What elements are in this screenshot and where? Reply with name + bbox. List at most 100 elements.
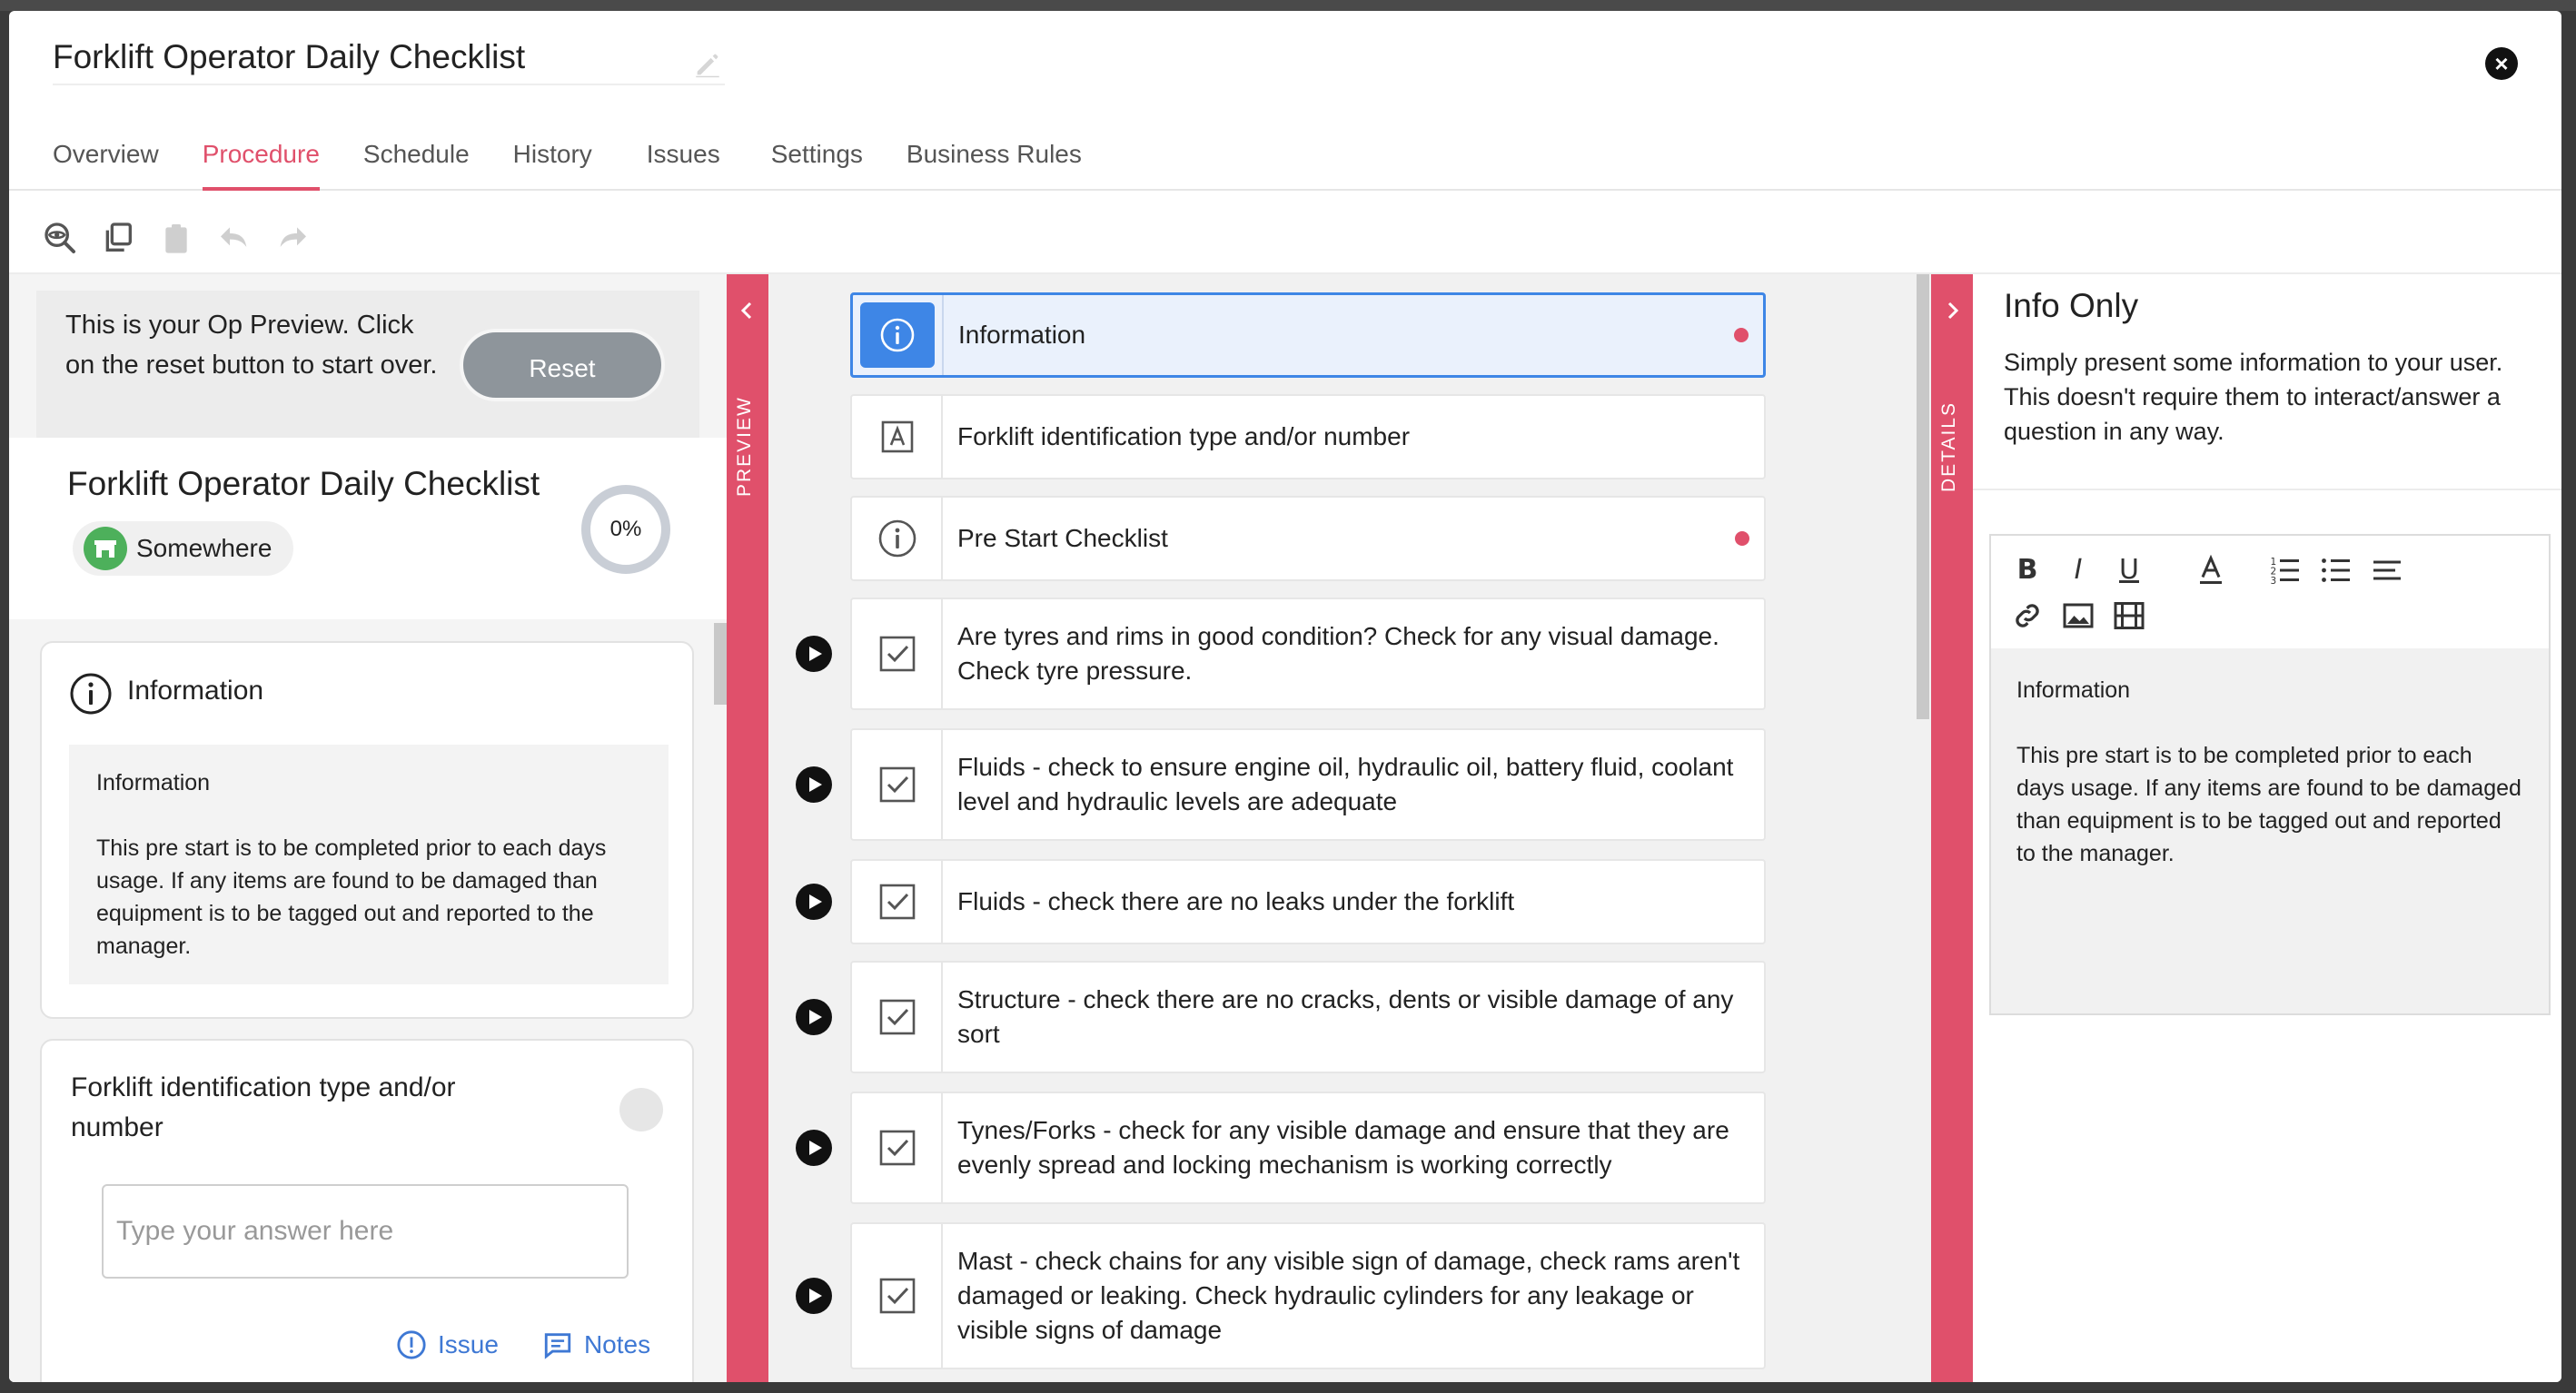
details-bar-label: DETAILS xyxy=(1938,401,1959,492)
progress-ring: 0% xyxy=(581,485,670,574)
link-icon[interactable] xyxy=(2011,599,2044,632)
step-icon-area xyxy=(852,730,943,839)
tab-settings[interactable]: Settings xyxy=(771,140,863,191)
play-step-button[interactable] xyxy=(796,1278,832,1314)
divider xyxy=(1973,489,2561,490)
procedure-steps-list: Information Forklift identification type … xyxy=(768,274,1931,1382)
procedure-step[interactable]: Are tyres and rims in good condition? Ch… xyxy=(850,598,1766,710)
step-text: Structure - check there are no cracks, d… xyxy=(957,985,1734,1048)
location-pill[interactable]: Somewhere xyxy=(73,521,294,576)
preview-collapse-bar[interactable]: PREVIEW xyxy=(727,274,768,1382)
issue-label: Issue xyxy=(438,1330,499,1358)
step-text: Fluids - check to ensure engine oil, hyd… xyxy=(957,753,1734,815)
procedure-step[interactable]: Pre Start Checklist xyxy=(850,496,1766,581)
title-underline xyxy=(53,84,725,85)
copy-icon[interactable] xyxy=(100,220,136,256)
procedure-step[interactable]: Tynes/Forks - check for any visible dama… xyxy=(850,1092,1766,1204)
procedure-step[interactable]: Information xyxy=(850,292,1766,378)
step-required-dot xyxy=(1735,531,1749,546)
step-text: Information xyxy=(958,321,1086,349)
tab-history[interactable]: History xyxy=(513,140,592,191)
close-button[interactable]: × xyxy=(2485,47,2518,80)
notes-button[interactable]: Notes xyxy=(542,1329,650,1360)
procedure-step[interactable]: Structure - check there are no cracks, d… xyxy=(850,961,1766,1073)
preview-info-card: Information Information This pre start i… xyxy=(40,641,694,1019)
bold-icon[interactable]: B xyxy=(2011,554,2044,587)
image-icon[interactable] xyxy=(2062,599,2095,632)
rich-text-editor[interactable]: B I U 1 2 3 Information This pre start i… xyxy=(1989,534,2551,1015)
procedure-step[interactable]: Fluids - check there are no leaks under … xyxy=(850,859,1766,944)
text-color-icon[interactable] xyxy=(2195,554,2227,587)
chevron-right-icon xyxy=(1947,301,1959,320)
step-icon-area xyxy=(852,599,943,708)
preview-scrollbar[interactable] xyxy=(714,623,727,705)
align-left-icon[interactable] xyxy=(2371,554,2403,587)
play-step-button[interactable] xyxy=(796,884,832,920)
procedure-step[interactable]: Mast - check chains for any visible sign… xyxy=(850,1222,1766,1369)
reset-button[interactable]: Reset xyxy=(460,329,665,401)
tab-schedule[interactable]: Schedule xyxy=(363,140,470,191)
tab-issues[interactable]: Issues xyxy=(647,140,720,191)
preview-steps-scroll[interactable]: Information Information This pre start i… xyxy=(9,619,727,1382)
notes-label: Notes xyxy=(583,1330,651,1358)
op-preview-panel: This is your Op Preview. Click on the re… xyxy=(9,274,727,1382)
details-collapse-bar[interactable]: DETAILS xyxy=(1931,274,1973,1382)
step-text: Tynes/Forks - check for any visible dama… xyxy=(957,1116,1729,1179)
op-header: Forklift Operator Daily Checklist Somewh… xyxy=(9,438,727,619)
play-step-button[interactable] xyxy=(796,1130,832,1166)
ordered-list-icon[interactable]: 1 2 3 xyxy=(2269,554,2302,587)
checkbox-icon xyxy=(876,1126,919,1170)
edit-pencil-icon[interactable] xyxy=(692,49,723,80)
editor-text: This pre start is to be completed prior … xyxy=(2016,743,2522,866)
preview-bar-label: PREVIEW xyxy=(734,396,755,498)
procedure-step[interactable]: Fluids - check to ensure engine oil, hyd… xyxy=(850,728,1766,841)
info-icon xyxy=(876,313,919,357)
play-step-button[interactable] xyxy=(796,999,832,1035)
play-step-button[interactable] xyxy=(796,636,832,672)
tab-business-rules[interactable]: Business Rules xyxy=(907,140,1082,191)
tab-procedure[interactable]: Procedure xyxy=(202,140,321,191)
step-text: Pre Start Checklist xyxy=(957,524,1168,552)
step-icon-area xyxy=(852,861,943,943)
op-title: Forklift Operator Daily Checklist xyxy=(67,465,540,502)
location-store-icon xyxy=(84,527,127,570)
preview-question-card: Forklift identification type and/or numb… xyxy=(40,1039,694,1382)
checkbox-icon xyxy=(876,995,919,1039)
procedure-step[interactable]: Forklift identification type and/or numb… xyxy=(850,394,1766,479)
editor-heading: Information xyxy=(2016,677,2131,703)
steps-scrollbar[interactable] xyxy=(1917,274,1929,719)
info-icon xyxy=(876,517,919,560)
info-card-title: Information xyxy=(127,676,264,706)
question-card-title: Forklift identification type and/or numb… xyxy=(71,1072,456,1142)
alert-circle-icon xyxy=(397,1330,426,1359)
checkbox-icon xyxy=(876,1274,919,1318)
italic-icon[interactable]: I xyxy=(2062,554,2095,587)
info-icon xyxy=(70,673,112,715)
underline-icon[interactable]: U xyxy=(2113,554,2145,587)
tab-overview[interactable]: Overview xyxy=(53,140,159,191)
step-icon-area xyxy=(852,396,943,478)
info-card-text: This pre start is to be completed prior … xyxy=(96,835,607,959)
question-status-indicator xyxy=(619,1088,663,1131)
issue-button[interactable]: Issue xyxy=(396,1329,499,1360)
step-icon-area xyxy=(852,1093,943,1202)
editor-content[interactable]: Information This pre start is to be comp… xyxy=(2016,674,2525,870)
details-panel: Info Only Simply present some informatio… xyxy=(1973,274,2561,1382)
step-required-dot xyxy=(1734,328,1749,342)
notes-icon xyxy=(544,1333,571,1359)
redo-icon xyxy=(280,227,306,247)
svg-text:3: 3 xyxy=(2271,576,2277,587)
modal-header: Forklift Operator Daily Checklist × Over… xyxy=(9,11,2561,191)
question-actions: Issue Notes xyxy=(396,1329,694,1360)
step-icon-area xyxy=(852,963,943,1072)
video-icon[interactable] xyxy=(2113,599,2145,632)
answer-input[interactable] xyxy=(102,1184,629,1279)
step-icon-area xyxy=(852,498,943,579)
editor-toolbar: B I U 1 2 3 xyxy=(1991,536,2549,648)
preview-eye-icon[interactable] xyxy=(42,220,78,256)
info-card-body: Information This pre start is to be comp… xyxy=(69,745,669,984)
bullet-list-icon[interactable] xyxy=(2320,554,2353,587)
play-step-button[interactable] xyxy=(796,766,832,803)
step-text: Are tyres and rims in good condition? Ch… xyxy=(957,622,1719,685)
backdrop xyxy=(0,0,2576,11)
